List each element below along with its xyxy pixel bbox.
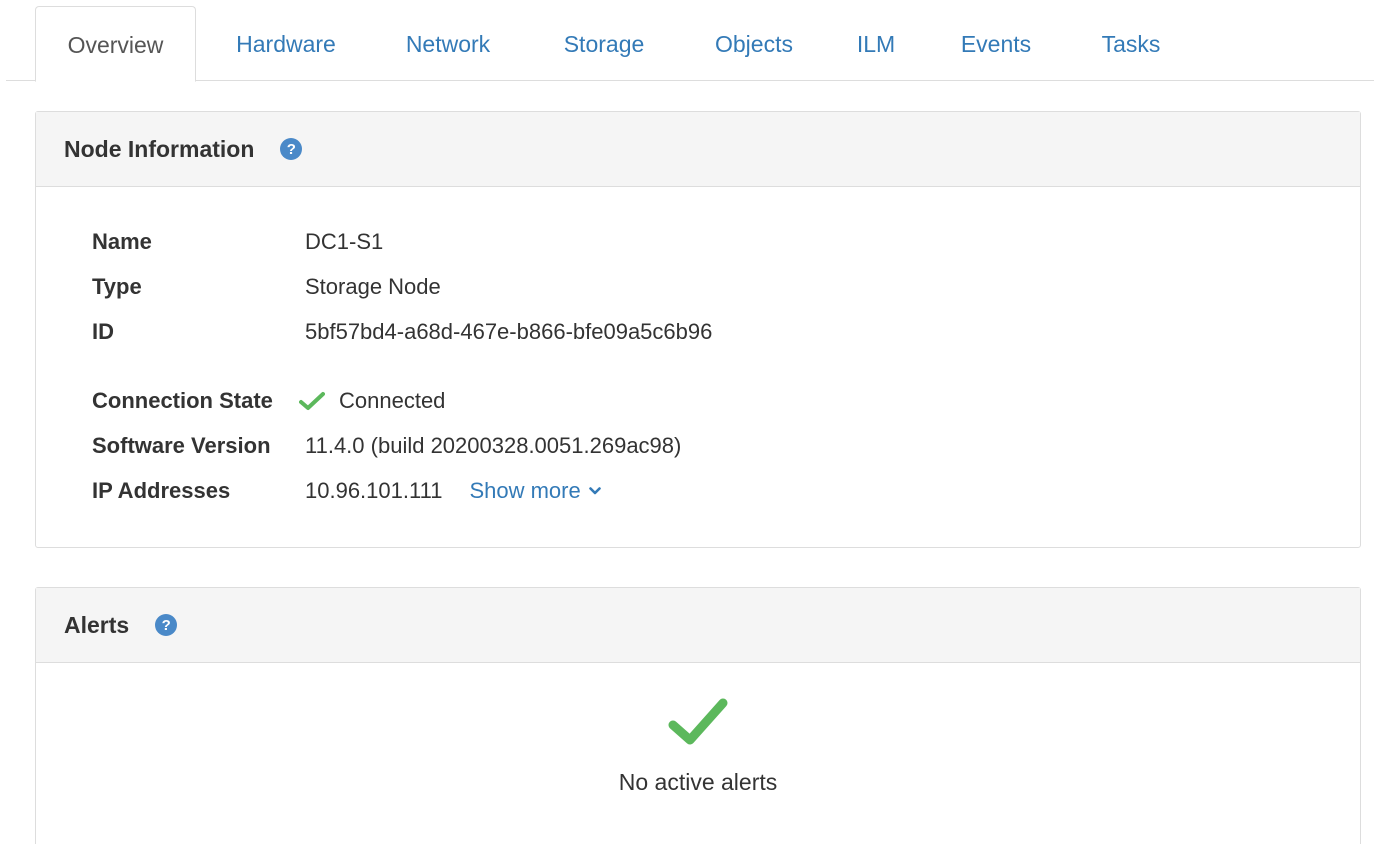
ip-addresses-value: 10.96.101.111 Show more (305, 476, 601, 506)
node-information-panel: Node Information ? Name DC1-S1 Type Stor… (35, 111, 1361, 548)
tab-storage[interactable]: Storage (539, 6, 669, 81)
alerts-heading: Alerts ? (36, 588, 1360, 663)
question-circle-icon[interactable]: ? (155, 614, 178, 636)
info-row-name: Name DC1-S1 (92, 227, 383, 257)
info-label: Type (92, 274, 142, 299)
info-row-id: ID 5bf57bd4-a68d-467e-b866-bfe09a5c6b96 (92, 317, 712, 347)
panel-title: Node Information (64, 135, 255, 162)
check-icon (668, 698, 728, 745)
info-label: IP Addresses (92, 478, 231, 503)
info-row-ip-addresses: IP Addresses 10.96.101.111 Show more (92, 476, 601, 506)
show-more-link[interactable]: Show more (469, 476, 601, 506)
question-circle-icon[interactable]: ? (280, 138, 303, 160)
node-id-value: 5bf57bd4-a68d-467e-b866-bfe09a5c6b96 (305, 319, 713, 344)
tab-hardware[interactable]: Hardware (211, 6, 361, 81)
no-active-alerts-message: No active alerts (618, 769, 778, 795)
alerts-body: No active alerts (36, 663, 1360, 844)
panel-title: Alerts (64, 611, 130, 638)
alerts-panel: Alerts ? No active alerts (35, 587, 1361, 844)
info-label: Software Version (92, 433, 271, 458)
ip-address-text: 10.96.101.111 (305, 478, 443, 503)
info-label: Name (92, 229, 152, 254)
node-information-heading: Node Information ? (36, 112, 1360, 187)
tab-events[interactable]: Events (936, 6, 1056, 81)
tab-bar: Overview Hardware Network Storage Object… (6, 6, 1374, 82)
software-version-value: 11.4.0 (build 20200328.0051.269ac98) (305, 433, 682, 458)
tab-overview[interactable]: Overview (35, 6, 196, 82)
node-type-value: Storage Node (305, 274, 441, 299)
info-row-software-version: Software Version 11.4.0 (build 20200328.… (92, 431, 681, 461)
connection-state-text: Connected (339, 388, 446, 413)
info-row-type: Type Storage Node (92, 272, 441, 302)
info-label: ID (92, 319, 114, 344)
node-name-value: DC1-S1 (305, 229, 384, 254)
tab-objects[interactable]: Objects (689, 6, 819, 81)
node-overview-page: Overview Hardware Network Storage Object… (0, 0, 1374, 844)
connection-state-value: Connected (299, 386, 446, 416)
chevron-down-icon (588, 487, 601, 495)
info-row-connection-state: Connection State Connected (92, 386, 445, 416)
tab-network[interactable]: Network (383, 6, 513, 81)
tab-ilm[interactable]: ILM (836, 6, 916, 81)
info-label: Connection State (92, 388, 273, 413)
check-icon (299, 392, 325, 410)
tab-tasks[interactable]: Tasks (1076, 6, 1186, 81)
show-more-label: Show more (469, 478, 581, 503)
